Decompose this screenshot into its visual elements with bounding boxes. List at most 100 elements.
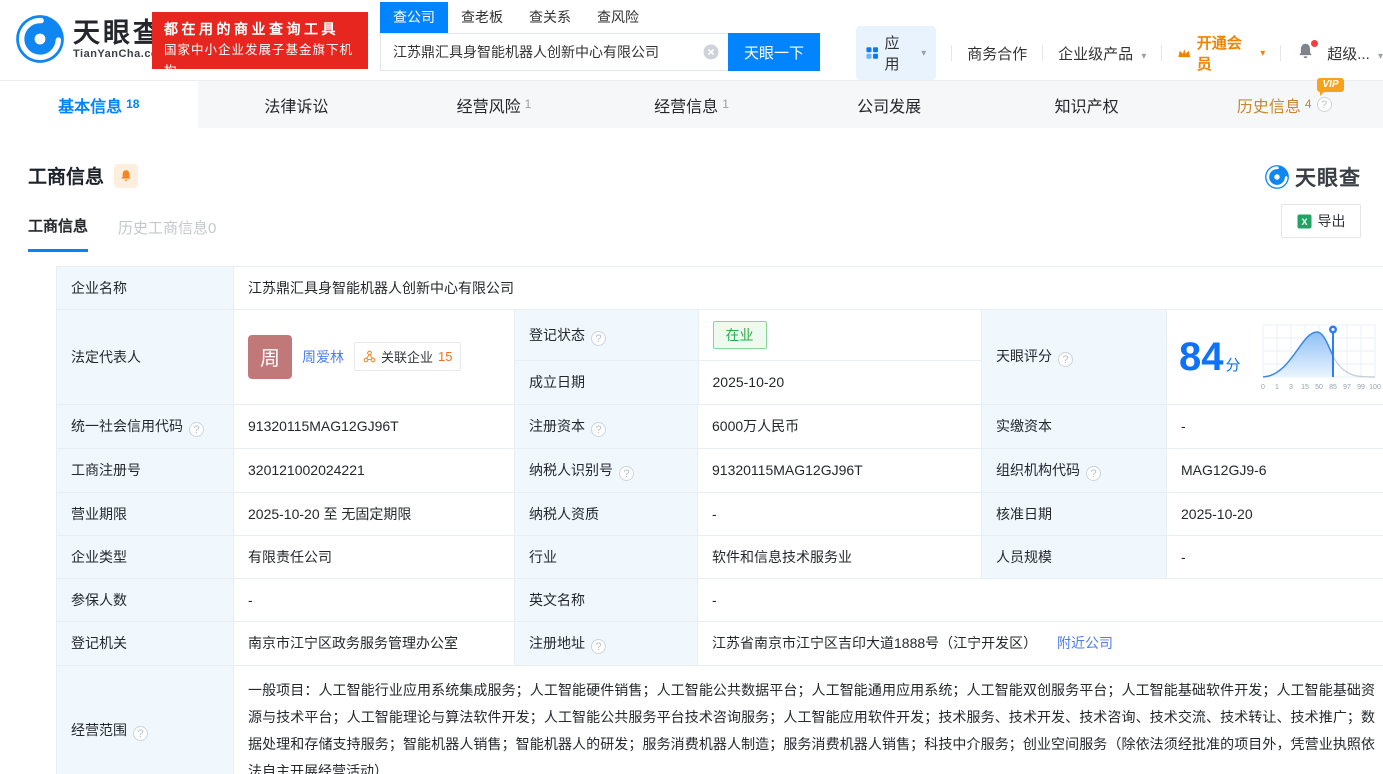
help-icon[interactable]: ? <box>1058 352 1073 368</box>
enterprise-products-menu[interactable]: 企业级产品 ▾ <box>1058 43 1146 64</box>
nested-table: 登记状态? 在业 成立日期 2025-10-20 <box>515 310 981 404</box>
help-icon[interactable]: ? <box>189 421 204 437</box>
chevron-down-icon: ▾ <box>921 47 927 59</box>
label-text: 纳税人识别号 <box>529 461 613 478</box>
paid-capital-cell: - <box>1166 403 1383 449</box>
svg-text:15: 15 <box>1301 384 1309 391</box>
related-companies-badge[interactable]: 关联企业 15 <box>354 342 462 372</box>
help-icon[interactable]: ? <box>619 465 634 481</box>
help-icon[interactable]: ? <box>591 421 606 437</box>
avatar[interactable]: 周 <box>248 334 292 379</box>
svg-text:3: 3 <box>1289 384 1293 391</box>
svg-text:1: 1 <box>1275 384 1279 391</box>
help-icon[interactable]: ? <box>1086 465 1101 481</box>
tab-legal-proceedings[interactable]: 法律诉讼 <box>198 81 396 128</box>
label-text: 注册地址 <box>529 634 585 651</box>
business-cooperation-link[interactable]: 商务合作 <box>967 43 1027 64</box>
chevron-down-icon: ▾ <box>1260 47 1266 59</box>
label-text: 行业 <box>529 548 557 565</box>
svg-text:X: X <box>1301 217 1307 227</box>
logo-swirl-icon <box>16 15 64 63</box>
english-name-cell: - <box>697 577 1383 622</box>
help-icon[interactable]: ? <box>591 638 606 654</box>
open-vip-label: 开通会员 <box>1196 35 1242 73</box>
search-tab-boss[interactable]: 查老板 <box>448 2 516 33</box>
tab-label: 历史信息 <box>1236 98 1301 116</box>
field-label: 行业 <box>514 534 698 579</box>
help-icon[interactable]: ? <box>591 330 606 346</box>
help-icon[interactable]: ? <box>1316 97 1332 112</box>
tab-label: 经营风险 <box>456 98 521 116</box>
score-unit: 分 <box>1225 356 1241 374</box>
field-label: 成立日期 <box>515 360 699 404</box>
excel-icon: X <box>1297 214 1311 228</box>
table-row: 成立日期 2025-10-20 <box>515 360 981 404</box>
taxpayer-qualification-cell: - <box>697 491 982 536</box>
label-text: 参保人数 <box>71 591 127 608</box>
table-row: 经营范围? 一般项目：人工智能行业应用系统集成服务；人工智能硬件销售；人工智能公… <box>56 664 1383 774</box>
divider <box>1280 45 1282 61</box>
field-label: 营业期限 <box>56 491 234 536</box>
svg-text:50: 50 <box>1315 384 1323 391</box>
nearby-companies-link[interactable]: 附近公司 <box>1057 635 1113 651</box>
monitor-bell-button[interactable] <box>114 163 139 188</box>
table-row: 企业类型 有限责任公司 行业 软件和信息技术服务业 人员规模 - <box>56 534 1383 579</box>
crown-icon <box>1178 49 1191 58</box>
value-text: 2025-10-20 <box>1181 505 1253 522</box>
search-tabs: 查公司 查老板 查关系 查风险 <box>380 2 820 33</box>
label-text: 成立日期 <box>529 374 585 391</box>
company-type-cell: 有限责任公司 <box>233 534 515 579</box>
score-distribution-chart: 0 1 3 15 50 85 97 99 100 <box>1261 324 1381 391</box>
notifications-button[interactable] <box>1296 39 1319 65</box>
established-date-cell: 2025-10-20 <box>698 361 981 404</box>
tab-intellectual-property[interactable]: 知识产权 <box>988 81 1186 128</box>
search-input[interactable] <box>380 33 728 71</box>
search-tab-relation[interactable]: 查关系 <box>516 2 584 33</box>
export-label: 导出 <box>1317 213 1346 229</box>
search-button[interactable]: 天眼一下 <box>728 33 820 71</box>
score-value: 84 <box>1179 334 1224 379</box>
value-text: 91320115MAG12GJ96T <box>248 418 399 434</box>
svg-text:99: 99 <box>1357 384 1365 391</box>
subtab-business-info[interactable]: 工商信息 <box>28 215 89 252</box>
legal-rep-link[interactable]: 周爱林 <box>302 347 344 367</box>
clear-search-icon[interactable] <box>703 44 719 60</box>
score-number: 84 分 <box>1179 335 1241 379</box>
divider <box>1042 45 1044 61</box>
tianyan-score-cell: 84 分 0 1 3 15 50 85 97 99 100 <box>1166 309 1383 405</box>
tab-operating-risk[interactable]: 经营风险 1 <box>395 81 593 128</box>
value-text: - <box>1181 548 1186 565</box>
tab-basic-info[interactable]: 基本信息 18 <box>0 81 198 128</box>
header-nav: 应用 ▾ 商务合作 企业级产品 ▾ 开通会员 ▾ 超级... ▾ <box>856 26 1383 80</box>
value-text: 有限责任公司 <box>248 548 332 565</box>
tianyancha-logo[interactable]: 天眼查 TianYanCha.com <box>14 13 168 65</box>
field-label: 登记状态? <box>515 310 699 361</box>
open-vip-button[interactable]: 开通会员 ▾ <box>1177 32 1265 74</box>
value-text: 软件和信息技术服务业 <box>712 548 852 565</box>
field-label: 统一社会信用代码? <box>56 403 234 449</box>
super-vip-menu[interactable]: 超级... ▾ <box>1327 43 1383 64</box>
tianyancha-company-page: 天眼查 TianYanCha.com 都在用的商业查询工具 国家中小企业发展子基… <box>0 0 1383 774</box>
search-tab-risk[interactable]: 查风险 <box>584 2 652 33</box>
svg-text:0: 0 <box>1261 384 1265 391</box>
export-button[interactable]: X 导出 <box>1281 204 1361 238</box>
registration-authority-cell: 南京市江宁区政务服务管理办公室 <box>233 620 515 666</box>
apps-menu[interactable]: 应用 ▾ <box>856 26 937 80</box>
field-label: 纳税人资质 <box>514 491 698 536</box>
tab-company-development[interactable]: 公司发展 <box>790 81 988 128</box>
tab-operating-info[interactable]: 经营信息 1 <box>593 81 791 128</box>
super-vip-label: 超级... <box>1327 45 1370 63</box>
table-row: 登记状态? 在业 <box>515 310 981 361</box>
related-label: 关联企业 <box>381 350 434 366</box>
svg-text:97: 97 <box>1343 384 1351 391</box>
label-text: 人员规模 <box>996 548 1052 565</box>
logo-swirl-icon <box>1265 165 1289 189</box>
subtab-history-business-info[interactable]: 历史工商信息0 <box>118 217 216 251</box>
search-tab-company[interactable]: 查公司 <box>380 2 448 33</box>
help-icon[interactable]: ? <box>133 726 148 741</box>
industry-cell: 软件和信息技术服务业 <box>697 534 982 579</box>
tab-history-info[interactable]: 历史信息 4 ? VIP <box>1185 77 1383 128</box>
table-row: 营业期限 2025-10-20 至 无固定期限 纳税人资质 - 核准日期 202… <box>56 491 1383 536</box>
banner-line1: 都在用的商业查询工具 <box>164 21 339 37</box>
field-label: 天眼评分? <box>981 309 1167 405</box>
